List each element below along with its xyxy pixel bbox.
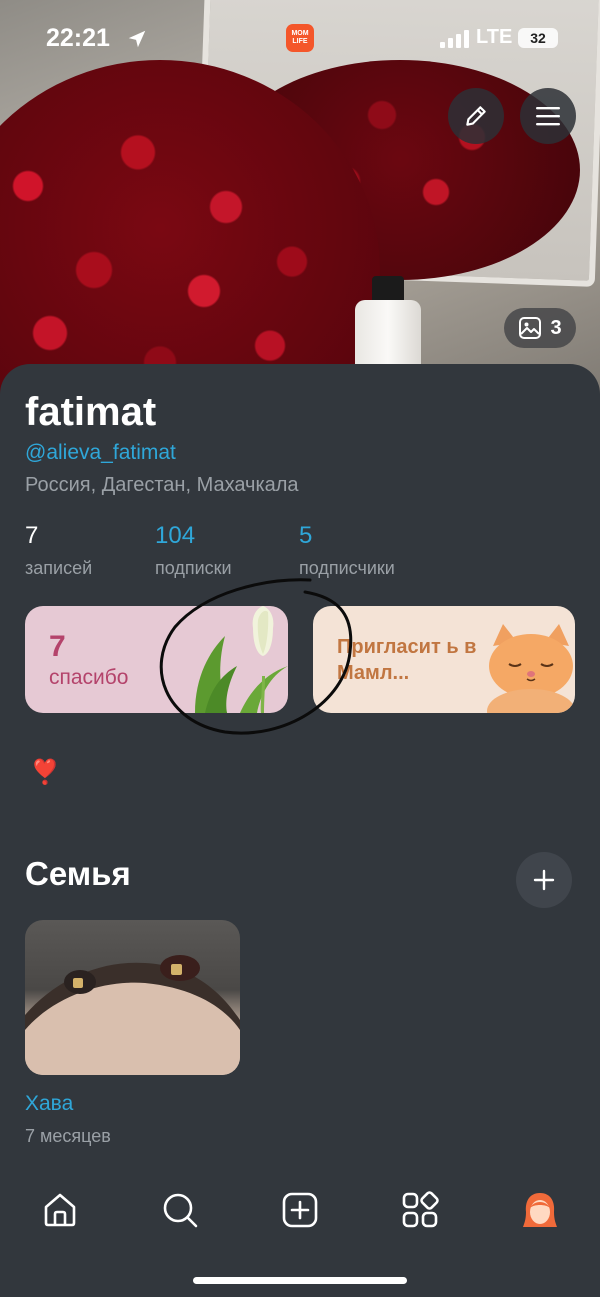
- stat-followers-value: 5: [299, 522, 313, 549]
- stat-posts[interactable]: 7 записей: [25, 522, 92, 579]
- services-icon: [402, 1191, 439, 1228]
- stat-following-label: подписки: [155, 558, 232, 578]
- stat-posts-value: 7: [25, 522, 39, 549]
- pencil-icon: [466, 106, 486, 126]
- tulip-illustration: [195, 606, 288, 713]
- child-photo-image: [25, 955, 240, 1075]
- stat-following[interactable]: 104 подписки: [155, 522, 232, 579]
- plus-icon: [533, 869, 555, 891]
- profile-location: Россия, Дагестан, Махачкала: [25, 474, 299, 496]
- tab-profile[interactable]: [510, 1180, 570, 1240]
- tab-home[interactable]: [30, 1180, 90, 1240]
- battery-icon: 32: [518, 28, 558, 48]
- edit-profile-button[interactable]: [448, 88, 504, 144]
- status-time: 22:21: [46, 24, 110, 52]
- stat-followers[interactable]: 5 подписчики: [299, 522, 395, 579]
- thanks-card[interactable]: 7 спасибо: [25, 606, 288, 713]
- location-arrow-icon: [128, 30, 146, 48]
- home-indicator: [193, 1277, 407, 1284]
- stat-posts-label: записей: [25, 558, 93, 578]
- profile-card: [0, 364, 600, 1297]
- cover-photo-count: 3: [550, 316, 562, 339]
- menu-button[interactable]: [520, 88, 576, 144]
- profile-avatar-icon: [523, 1193, 557, 1227]
- child-name[interactable]: Хава: [25, 1092, 73, 1116]
- family-section-title: Семья: [25, 855, 131, 892]
- cellular-signal-icon: [440, 30, 469, 48]
- search-icon: [163, 1193, 198, 1228]
- app-logo-icon: MOM LIFE: [286, 24, 314, 52]
- bio-emoji: ❣️: [30, 759, 60, 786]
- add-family-member-button[interactable]: [516, 852, 572, 908]
- thanks-count: 7: [49, 630, 66, 663]
- network-type: LTE: [476, 26, 513, 48]
- home-icon: [44, 1193, 76, 1227]
- profile-name: fatimat: [25, 390, 157, 434]
- kitten-illustration: [487, 624, 575, 713]
- invite-card[interactable]: Пригласит ь в Мамл...: [313, 606, 575, 713]
- invite-label: Пригласит ь в Мамл...: [337, 636, 477, 684]
- tab-services[interactable]: [390, 1180, 450, 1240]
- image-gallery-icon: [519, 317, 542, 339]
- cover-bottle: [355, 300, 421, 370]
- stat-following-value: 104: [155, 522, 196, 549]
- tab-search[interactable]: [150, 1180, 210, 1240]
- thanks-label: спасибо: [49, 666, 129, 689]
- tab-create[interactable]: [270, 1180, 330, 1240]
- status-bar: 22:21 MOM LIFE LTE 32: [0, 22, 600, 58]
- child-photo[interactable]: [25, 920, 240, 1075]
- cover-photos-button[interactable]: 3: [504, 308, 576, 348]
- hamburger-menu-icon: [536, 107, 560, 126]
- profile-handle[interactable]: @alieva_fatimat: [25, 441, 176, 465]
- child-age: 7 месяцев: [25, 1126, 111, 1146]
- stat-followers-label: подписчики: [299, 558, 395, 578]
- bottom-tab-bar: [0, 1180, 600, 1240]
- add-post-icon: [282, 1192, 318, 1228]
